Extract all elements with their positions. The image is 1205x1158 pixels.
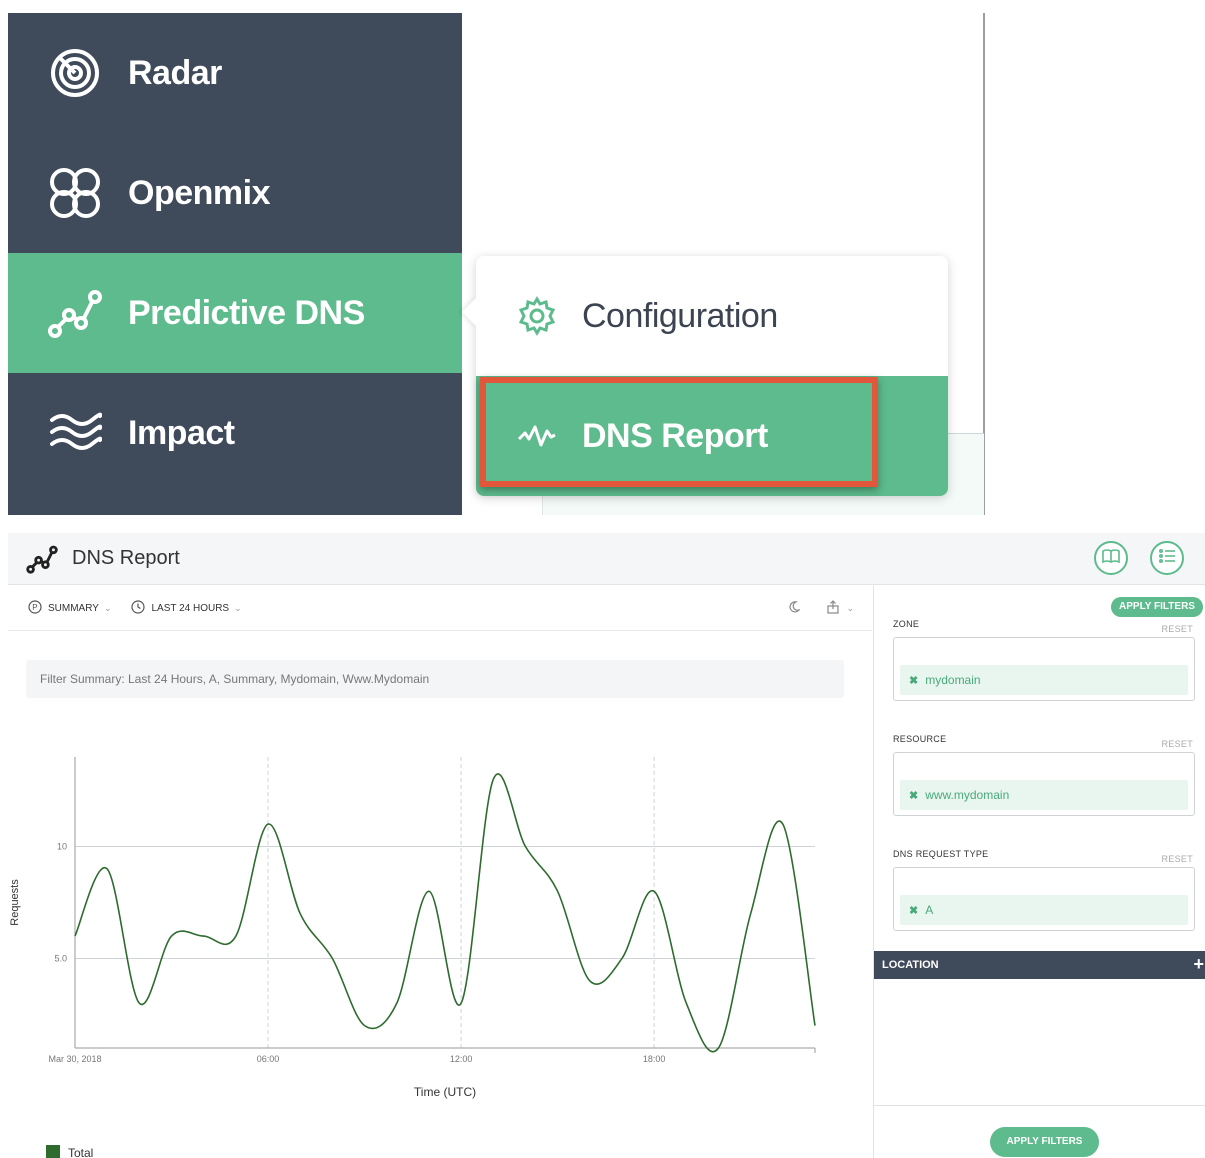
legend-label: Total (68, 1146, 93, 1158)
toolbar-actions: ⌄ (788, 586, 854, 631)
chip-label: A (925, 903, 934, 917)
chip-label: www.mydomain (925, 788, 1010, 802)
filters-toggle-button[interactable] (1150, 541, 1184, 575)
dns-type-filter-box[interactable]: ✖ A (893, 867, 1195, 931)
chip-label: mydomain (925, 673, 981, 687)
predictive-dns-icon (46, 284, 104, 342)
list-icon (1158, 547, 1176, 570)
pulse-icon (516, 415, 558, 457)
submenu-item-label: DNS Report (582, 416, 768, 455)
resource-filter-box[interactable]: ✖ www.mydomain (893, 752, 1195, 816)
location-section-header[interactable]: LOCATION + (874, 951, 1205, 979)
location-label: LOCATION (882, 959, 939, 971)
apply-filters-bottom-button[interactable]: APPLY FILTERS (990, 1127, 1099, 1157)
gear-icon (516, 295, 558, 337)
clock-icon (131, 599, 146, 617)
summary-dropdown[interactable]: P SUMMARY ⌄ (28, 599, 112, 617)
series-line-total (74, 773, 816, 1053)
svg-text:P: P (32, 603, 37, 612)
main-nav: Radar Openmix Predictive DNS Impact (8, 13, 462, 515)
moon-icon[interactable] (788, 601, 802, 616)
remove-icon[interactable]: ✖ (909, 674, 918, 687)
nav-item-predictive-dns[interactable]: Predictive DNS (8, 253, 462, 373)
resource-chip: ✖ www.mydomain (900, 780, 1188, 810)
plus-icon[interactable]: + (1193, 954, 1204, 975)
submenu-item-dns-report[interactable]: DNS Report (476, 376, 948, 496)
zone-filter-box[interactable]: ✖ mydomain (893, 637, 1195, 701)
resource-reset-link[interactable]: RESET (1161, 739, 1193, 749)
nav-item-radar[interactable]: Radar (8, 13, 462, 133)
requests-line-chart: 5.0 10 Mar 30, 2018 06:00 12:00 18:00 Time (UT… (9, 757, 816, 1158)
book-icon (1102, 548, 1120, 568)
apply-filters-button[interactable]: APPLY FILTERS (1111, 597, 1203, 617)
y-tick-label: 10 (57, 842, 67, 852)
chevron-down-icon: ⌄ (103, 602, 112, 613)
x-tick-label: 06:00 (257, 1054, 280, 1064)
nav-item-label: Impact (128, 413, 235, 452)
zone-reset-link[interactable]: RESET (1161, 624, 1193, 634)
submenu-flyout: Configuration DNS Report (461, 256, 948, 496)
y-axis-title: Requests (9, 879, 21, 926)
radar-icon (46, 44, 104, 102)
nav-item-label: Predictive DNS (128, 293, 365, 332)
nav-item-impact[interactable]: Impact (8, 373, 462, 493)
dns-type-chip: ✖ A (900, 895, 1188, 925)
filter-summary: Filter Summary: Last 24 Hours, A, Summar… (26, 660, 844, 698)
nav-item-label: Radar (128, 53, 222, 92)
submenu-item-label: Configuration (582, 296, 778, 335)
summary-label: SUMMARY (48, 602, 99, 614)
x-tick-label: 18:00 (643, 1054, 666, 1064)
openmix-icon (46, 164, 104, 222)
time-range-dropdown[interactable]: LAST 24 HOURS ⌄ (131, 599, 242, 617)
dns-type-reset-link[interactable]: RESET (1161, 854, 1193, 864)
impact-icon (46, 404, 104, 462)
nav-item-openmix[interactable]: Openmix (8, 133, 462, 253)
legend-swatch (46, 1145, 60, 1158)
page-title: DNS Report (72, 547, 180, 569)
x-tick-label: Mar 30, 2018 (48, 1054, 101, 1064)
report-header: DNS Report (8, 533, 1205, 585)
zone-chip: ✖ mydomain (900, 665, 1188, 695)
resource-label: RESOURCE (893, 734, 947, 744)
nav-item-label: Openmix (128, 173, 270, 212)
chevron-down-icon: ⌄ (234, 602, 242, 613)
remove-icon[interactable]: ✖ (909, 789, 918, 802)
x-axis-title: Time (UTC) (414, 1085, 476, 1099)
report-toolbar: P SUMMARY ⌄ LAST 24 HOURS ⌄ ⌄ (8, 586, 872, 631)
chevron-down-icon[interactable]: ⌄ (846, 603, 854, 614)
predictive-dns-icon (26, 542, 60, 576)
sidebar-footer-divider (874, 1105, 1205, 1106)
submenu-item-configuration[interactable]: Configuration (476, 256, 948, 376)
time-range-label: LAST 24 HOURS (151, 602, 230, 614)
docs-button[interactable] (1094, 541, 1128, 575)
x-tick-label: 12:00 (450, 1054, 473, 1064)
export-icon[interactable] (826, 600, 840, 617)
dns-type-label: DNS REQUEST TYPE (893, 849, 989, 859)
dns-report-page: DNS Report P SUMMARY ⌄ LAST 24 HOURS ⌄ ⌄… (8, 533, 1205, 1158)
filter-sidebar: APPLY FILTERS ZONE RESET ✖ mydomain RESO… (873, 586, 1205, 1158)
remove-icon[interactable]: ✖ (909, 904, 918, 917)
zone-label: ZONE (893, 619, 920, 629)
y-tick-label: 5.0 (54, 953, 67, 963)
p-circle-icon: P (28, 599, 42, 617)
